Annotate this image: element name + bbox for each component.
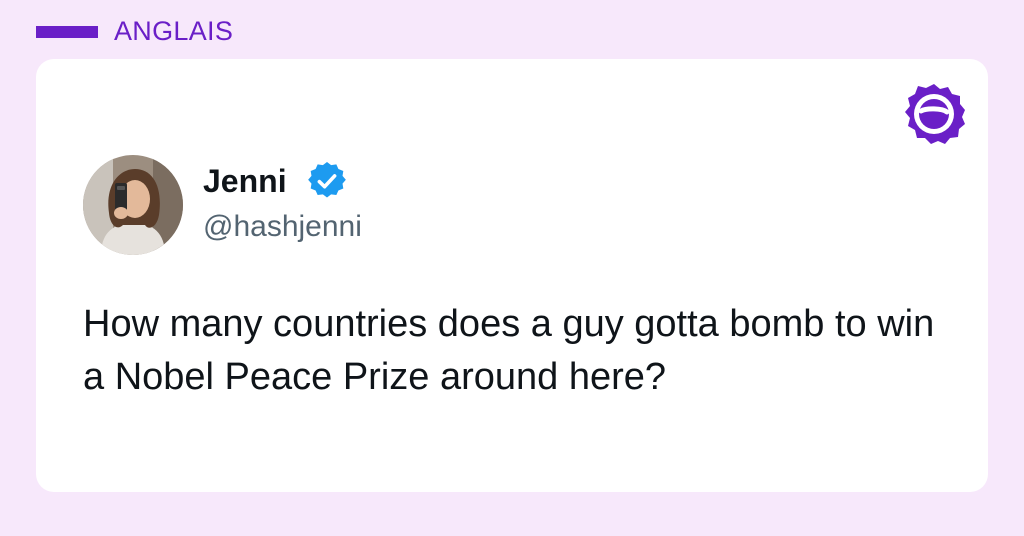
author-handle[interactable]: @hashjenni <box>203 209 362 245</box>
language-accent-bar <box>36 26 98 38</box>
language-label: ANGLAIS <box>114 16 234 46</box>
author-avatar[interactable] <box>83 155 183 255</box>
author-name[interactable]: Jenni <box>203 162 287 200</box>
brand-logo-icon <box>905 84 965 144</box>
tweet-text: How many countries does a guy gotta bomb… <box>83 303 935 398</box>
verified-badge-icon <box>308 162 346 198</box>
tweet-card: Jenni @hashjenni How many countries does… <box>36 59 988 492</box>
